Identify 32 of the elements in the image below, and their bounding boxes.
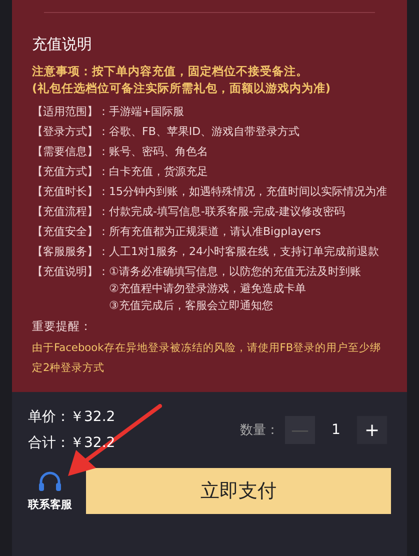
detail-label: 【登录方式】： bbox=[32, 124, 109, 140]
detail-value: 白卡充值，货源充足 bbox=[109, 164, 209, 180]
notice-text: (礼包任选档位可备注实际所需礼包，面额以游戏内为准) bbox=[32, 80, 332, 97]
detail-label: 【客服服务】： bbox=[32, 244, 109, 260]
support-button[interactable]: 联系客服 bbox=[28, 470, 72, 512]
detail-value: 手游端+国际服 bbox=[109, 104, 186, 120]
plus-button[interactable]: + bbox=[357, 416, 387, 444]
detail-label: 【适用范围】： bbox=[32, 104, 109, 120]
detail-value: 人工1对1服务，24小时客服在线，支持订单完成前退款 bbox=[109, 244, 380, 260]
quantity-value: 1 bbox=[330, 422, 342, 438]
headset-icon bbox=[38, 470, 62, 492]
detail-label: 【充值方式】： bbox=[32, 164, 109, 180]
section-title: 充值说明 bbox=[32, 35, 93, 54]
detail-label: 【充值说明】： bbox=[32, 264, 109, 280]
detail-value: ①请务必准确填写信息，以防您的充值无法及时到账 bbox=[109, 264, 362, 280]
detail-value: 付款完成-填写信息-联系客服-完成-建议修改密码 bbox=[109, 204, 346, 220]
quantity-label: 数量： bbox=[240, 422, 279, 439]
notice-text: 注意事项：按下单内容充值，固定档位不接受备注。 bbox=[32, 63, 309, 80]
detail-value: 账号、密码、角色名 bbox=[109, 144, 209, 160]
unit-price: 单价：￥32.2 bbox=[28, 408, 116, 426]
detail-value: 所有充值都为正规渠道，请认准Bigplayers bbox=[109, 224, 322, 240]
detail-value: ②充值程中请勿登录游戏，避免造成卡单 bbox=[109, 281, 307, 297]
detail-value: 谷歌、FB、苹果ID、游戏自带登录方式 bbox=[109, 124, 301, 140]
detail-value: 15分钟内到账，如遇特殊情况，充值时间以实际情况为准 bbox=[109, 184, 387, 200]
detail-label: 【充值时长】： bbox=[32, 184, 109, 200]
detail-label: 【需要信息】： bbox=[32, 144, 109, 160]
reminder-title: 重要提醒： bbox=[32, 319, 93, 334]
detail-value: ③充值完成后，客服会立即通知您 bbox=[109, 298, 274, 314]
pay-button[interactable]: 立即支付 bbox=[86, 468, 391, 514]
detail-label: 【充值流程】： bbox=[32, 204, 109, 220]
detail-label: 【充值安全】： bbox=[32, 224, 109, 240]
reminder-text: 由于Facebook存在异地登录被冻结的风险，请使用FB登录的用户至少绑定2种登录方式 bbox=[32, 341, 382, 376]
